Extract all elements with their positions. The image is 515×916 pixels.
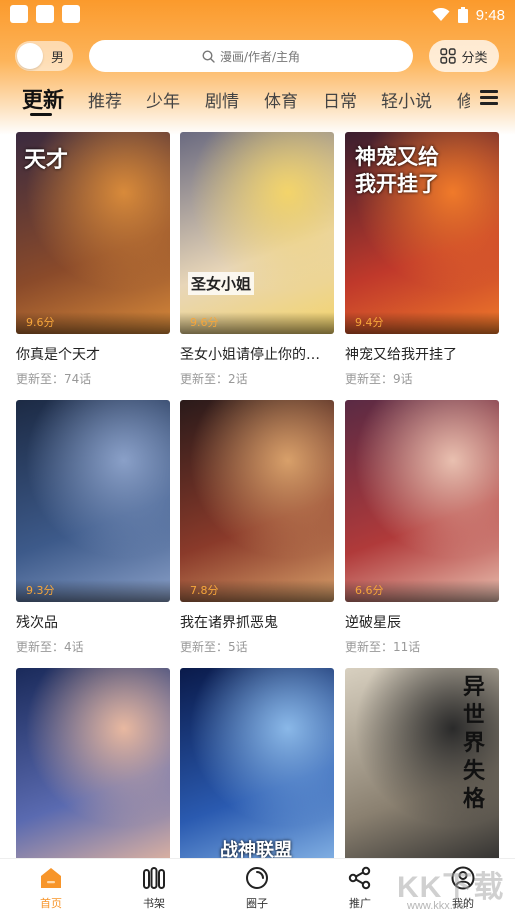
score-badge: 9.6分 (16, 312, 170, 334)
score-badge: 9.4分 (345, 312, 499, 334)
comic-title: 我在诸界抓恶鬼 (180, 615, 278, 631)
comic-update: 更新至：11话 (345, 640, 421, 654)
comic-card[interactable]: 天才 9.6分 你真是个天才 更新至：74话 (16, 132, 170, 387)
comic-title: 你真是个天才 (16, 347, 100, 363)
circle-icon (246, 867, 268, 889)
comic-card[interactable]: 6.6分 逆破星辰 更新至：11话 (345, 400, 499, 655)
status-bar: 9:48 (0, 0, 515, 30)
bookshelf-icon (143, 867, 165, 889)
score-badge: 9.6分 (180, 312, 334, 334)
comic-title: 神宠又给我开挂了 (345, 347, 457, 363)
nav-label: 书架 (143, 897, 165, 910)
tab-indicator (30, 113, 52, 116)
tab-shonen[interactable]: 少年 (146, 87, 180, 112)
tab-update[interactable]: 更新 (22, 84, 64, 114)
comic-card[interactable]: 9.3分 残次品 更新至：4话 (16, 400, 170, 655)
toggle-knob (17, 43, 43, 69)
notification-icon (36, 5, 54, 23)
category-icon (440, 48, 457, 64)
tab-more[interactable]: 修 (457, 87, 470, 112)
tab-sports[interactable]: 体育 (264, 87, 298, 112)
score-badge: 9.3分 (16, 580, 170, 602)
nav-label: 我的 (452, 897, 474, 910)
nav-label: 首页 (40, 897, 62, 910)
nav-label: 推广 (349, 897, 371, 910)
comic-card[interactable]: 圣女小姐 9.6分 圣女小姐请停止你的… 更新至：2话 (180, 132, 334, 387)
comic-update: 更新至：9话 (345, 372, 413, 386)
comic-update: 更新至：2话 (180, 372, 248, 386)
search-placeholder: 漫画/作者/主角 (219, 49, 301, 64)
profile-icon (451, 866, 475, 890)
comic-title: 逆破星辰 (345, 615, 401, 631)
cover-title: 异世界失格 (463, 675, 486, 812)
category-tabs: 更新 推荐 少年 剧情 体育 日常 轻小说 修 (0, 82, 470, 118)
cover-title: 神宠又给我开挂了 (355, 145, 439, 196)
category-button[interactable]: 分类 (429, 40, 499, 72)
home-icon (41, 868, 61, 888)
comic-card[interactable]: 神宠又给我开挂了 9.4分 神宠又给我开挂了 更新至：9话 (345, 132, 499, 387)
nav-profile[interactable]: 我的 (433, 865, 493, 913)
nav-circle[interactable]: 圈子 (227, 865, 287, 913)
gender-label: 男 (51, 50, 65, 66)
comic-cover: 神宠又给我开挂了 9.4分 (345, 132, 499, 334)
comic-card[interactable]: 战神联盟 (180, 668, 334, 858)
notification-icon (62, 5, 80, 23)
comic-grid: 天才 9.6分 你真是个天才 更新至：74话 圣女小姐 9.6分 圣女小姐请停止… (16, 132, 499, 858)
menu-icon[interactable] (478, 88, 500, 110)
comic-card[interactable]: 异世界失格 (345, 668, 499, 858)
comic-title: 圣女小姐请停止你的… (180, 347, 320, 363)
nav-home[interactable]: 首页 (21, 865, 81, 913)
comic-card[interactable] (16, 668, 170, 858)
comic-update: 更新至：4话 (16, 640, 84, 654)
comic-update: 更新至：74话 (16, 372, 92, 386)
category-label: 分类 (461, 50, 488, 66)
cover-title: 圣女小姐 (188, 272, 255, 295)
bottom-navigation: 首页 书架 圈子 推广 我的 (0, 858, 515, 916)
cover-title: 天才 (24, 148, 69, 173)
nav-promote[interactable]: 推广 (330, 865, 390, 913)
share-icon (348, 866, 371, 890)
comic-cover: 6.6分 (345, 400, 499, 602)
comic-cover: 圣女小姐 9.6分 (180, 132, 334, 334)
tab-recommend[interactable]: 推荐 (88, 87, 122, 112)
tab-story[interactable]: 剧情 (205, 87, 239, 112)
score-badge: 7.8分 (180, 580, 334, 602)
search-input[interactable]: 漫画/作者/主角 (89, 40, 413, 72)
gender-toggle[interactable]: 男 (15, 41, 73, 71)
comic-update: 更新至：5话 (180, 640, 248, 654)
notification-icon (10, 5, 28, 23)
battery-icon (457, 7, 468, 23)
comic-card[interactable]: 7.8分 我在诸界抓恶鬼 更新至：5话 (180, 400, 334, 655)
cover-title: 战神联盟 (220, 840, 292, 858)
comic-cover: 战神联盟 (180, 668, 334, 858)
score-badge: 6.6分 (345, 580, 499, 602)
comic-cover: 天才 9.6分 (16, 132, 170, 334)
tab-light-novel[interactable]: 轻小说 (381, 87, 432, 112)
comic-cover: 7.8分 (180, 400, 334, 602)
status-time: 9:48 (475, 6, 505, 24)
comic-cover: 9.3分 (16, 400, 170, 602)
comic-title: 残次品 (16, 615, 58, 631)
nav-label: 圈子 (246, 897, 268, 910)
nav-bookshelf[interactable]: 书架 (124, 865, 184, 913)
comic-cover: 异世界失格 (345, 668, 499, 858)
tab-daily[interactable]: 日常 (323, 87, 357, 112)
search-icon (202, 49, 215, 63)
comic-cover (16, 668, 170, 858)
wifi-icon (432, 8, 450, 21)
